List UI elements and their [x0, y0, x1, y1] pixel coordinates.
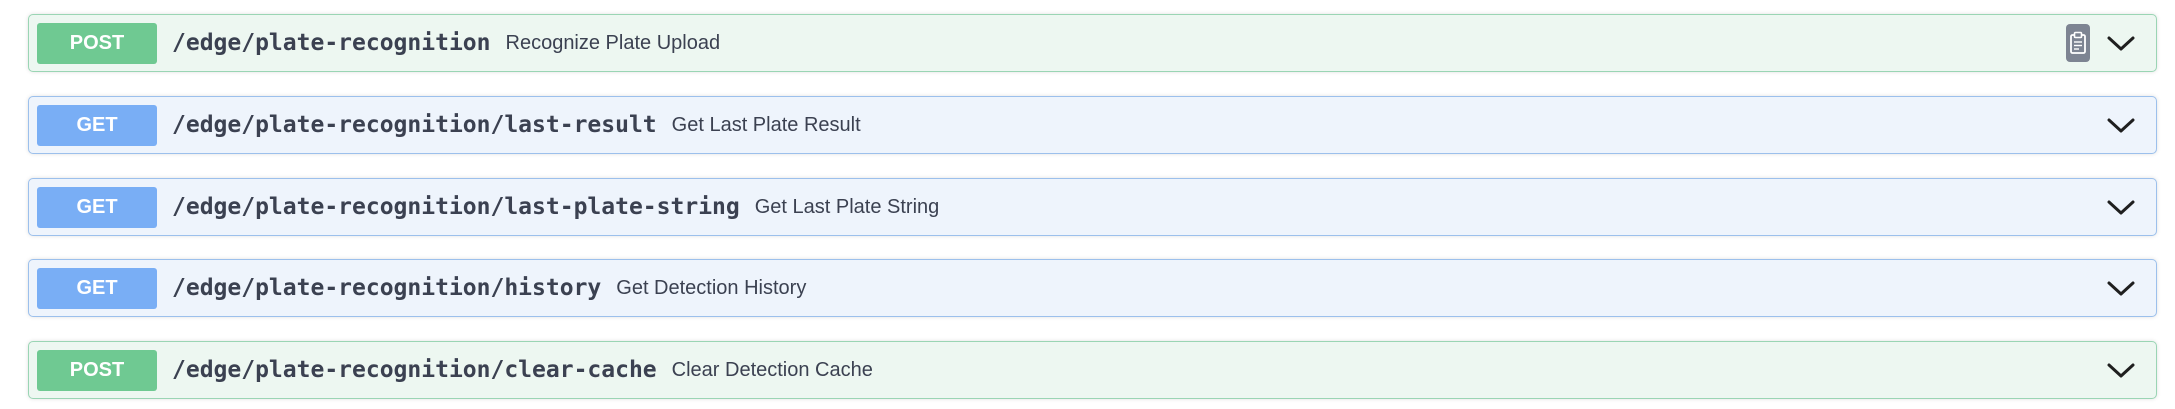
- operations-list: POST /edge/plate-recognition Recognize P…: [0, 0, 2175, 409]
- method-badge: GET: [37, 104, 157, 146]
- operation-summary: Clear Detection Cache: [671, 358, 873, 381]
- chevron-down-icon[interactable]: [2104, 271, 2138, 305]
- operation-path: /edge/plate-recognition/last-result: [172, 112, 657, 138]
- operation-get-last-plate-string[interactable]: GET /edge/plate-recognition/last-plate-s…: [28, 178, 2157, 236]
- operation-summary: Get Last Plate String: [754, 195, 940, 218]
- operation-get-detection-history[interactable]: GET /edge/plate-recognition/history Get …: [28, 259, 2157, 317]
- operation-recognize-plate-upload[interactable]: POST /edge/plate-recognition Recognize P…: [28, 14, 2157, 72]
- operation-path: /edge/plate-recognition: [172, 30, 491, 56]
- method-badge: POST: [37, 22, 157, 64]
- operation-path: /edge/plate-recognition/clear-cache: [172, 357, 657, 383]
- operation-summary: Get Last Plate Result: [671, 113, 861, 136]
- chevron-down-icon[interactable]: [2104, 26, 2138, 60]
- operation-path: /edge/plate-recognition/last-plate-strin…: [172, 194, 740, 220]
- chevron-down-icon[interactable]: [2104, 353, 2138, 387]
- method-badge: GET: [37, 186, 157, 228]
- operation-get-last-plate-result[interactable]: GET /edge/plate-recognition/last-result …: [28, 96, 2157, 154]
- operation-summary: Get Detection History: [616, 276, 807, 299]
- operation-path: /edge/plate-recognition/history: [172, 275, 602, 301]
- chevron-down-icon[interactable]: [2104, 190, 2138, 224]
- chevron-down-icon[interactable]: [2104, 108, 2138, 142]
- method-badge: POST: [37, 349, 157, 391]
- method-badge: GET: [37, 267, 157, 309]
- operation-clear-detection-cache[interactable]: POST /edge/plate-recognition/clear-cache…: [28, 341, 2157, 399]
- clipboard-icon[interactable]: [2066, 24, 2090, 62]
- operation-summary: Recognize Plate Upload: [505, 31, 721, 54]
